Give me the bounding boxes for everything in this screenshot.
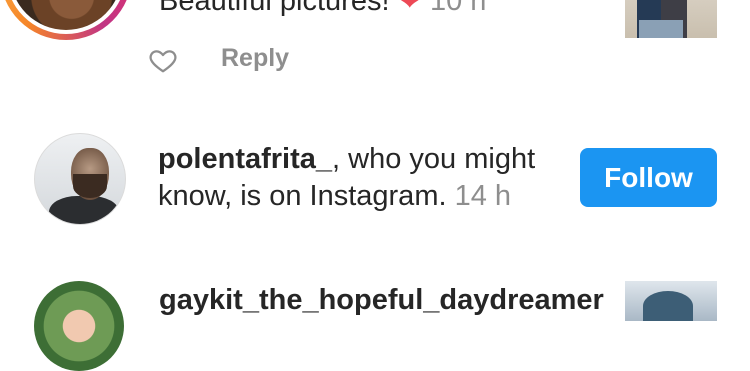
avatar-beard [73,174,107,198]
avatar-shoulders [49,196,119,224]
post-thumbnail[interactable] [625,0,717,38]
red-heart-emoji: ❤ [397,0,422,17]
thumbnail-detail [643,291,693,321]
avatar[interactable] [34,281,124,371]
suggestion-timestamp: 14 h [454,180,512,212]
follow-button[interactable]: Follow [580,148,717,207]
comment-text: Beautiful pictures! ❤ 10 h [159,0,486,18]
comment-timestamp: 10 h [429,0,487,17]
suggestion-text: polentafrita_, who you might know, is on… [158,141,558,215]
username-link[interactable]: gaykit_the_hopeful_daydreamer [159,284,604,317]
username-link[interactable]: polentafrita_ [158,143,332,175]
heart-outline-icon[interactable] [148,45,178,75]
avatar[interactable] [34,133,126,225]
comment-body: Beautiful pictures! [159,0,398,17]
avatar-story-ring[interactable] [0,0,132,40]
thumbnail-detail [639,20,683,38]
reply-button[interactable]: Reply [221,44,289,73]
post-thumbnail[interactable] [625,281,717,321]
